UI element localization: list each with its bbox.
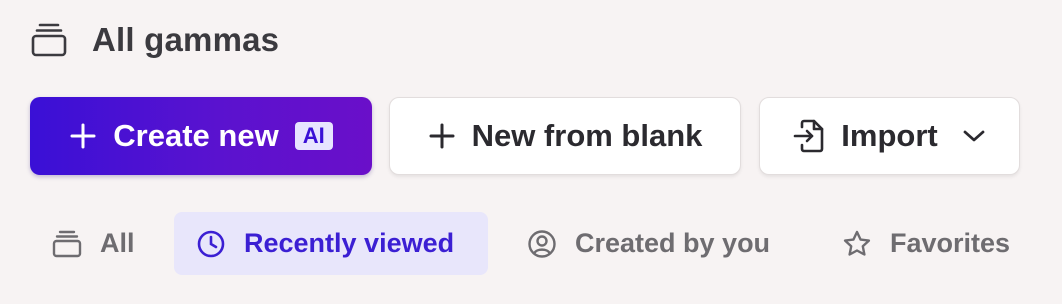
- user-circle-icon: [527, 229, 557, 259]
- import-button[interactable]: Import: [759, 97, 1020, 175]
- file-import-icon: [793, 119, 825, 153]
- star-icon: [842, 229, 872, 259]
- new-from-blank-button[interactable]: New from blank: [389, 97, 741, 175]
- tab-all-label: All: [100, 228, 135, 258]
- chevron-down-icon: [962, 128, 986, 144]
- new-from-blank-label: New from blank: [471, 118, 703, 153]
- create-new-button[interactable]: Create new AI: [30, 97, 372, 175]
- tab-recently-viewed-label: Recently viewed: [244, 228, 455, 258]
- import-label: Import: [841, 118, 938, 153]
- page-header: All gammas: [30, 20, 279, 60]
- ai-badge: AI: [294, 122, 333, 150]
- tab-created-by-you[interactable]: Created by you: [527, 212, 770, 275]
- tab-recently-viewed[interactable]: Recently viewed: [174, 212, 488, 275]
- stack-icon: [30, 21, 68, 59]
- clock-icon: [196, 229, 226, 259]
- page-title: All gammas: [92, 21, 280, 58]
- plus-icon: [69, 122, 97, 150]
- tab-all[interactable]: All: [52, 212, 135, 275]
- tab-favorites[interactable]: Favorites: [842, 212, 1010, 275]
- create-new-label: Create new: [113, 118, 279, 153]
- stack-icon: [52, 229, 82, 259]
- plus-icon: [428, 122, 456, 150]
- tab-created-by-you-label: Created by you: [575, 228, 771, 258]
- tab-favorites-label: Favorites: [890, 228, 1011, 258]
